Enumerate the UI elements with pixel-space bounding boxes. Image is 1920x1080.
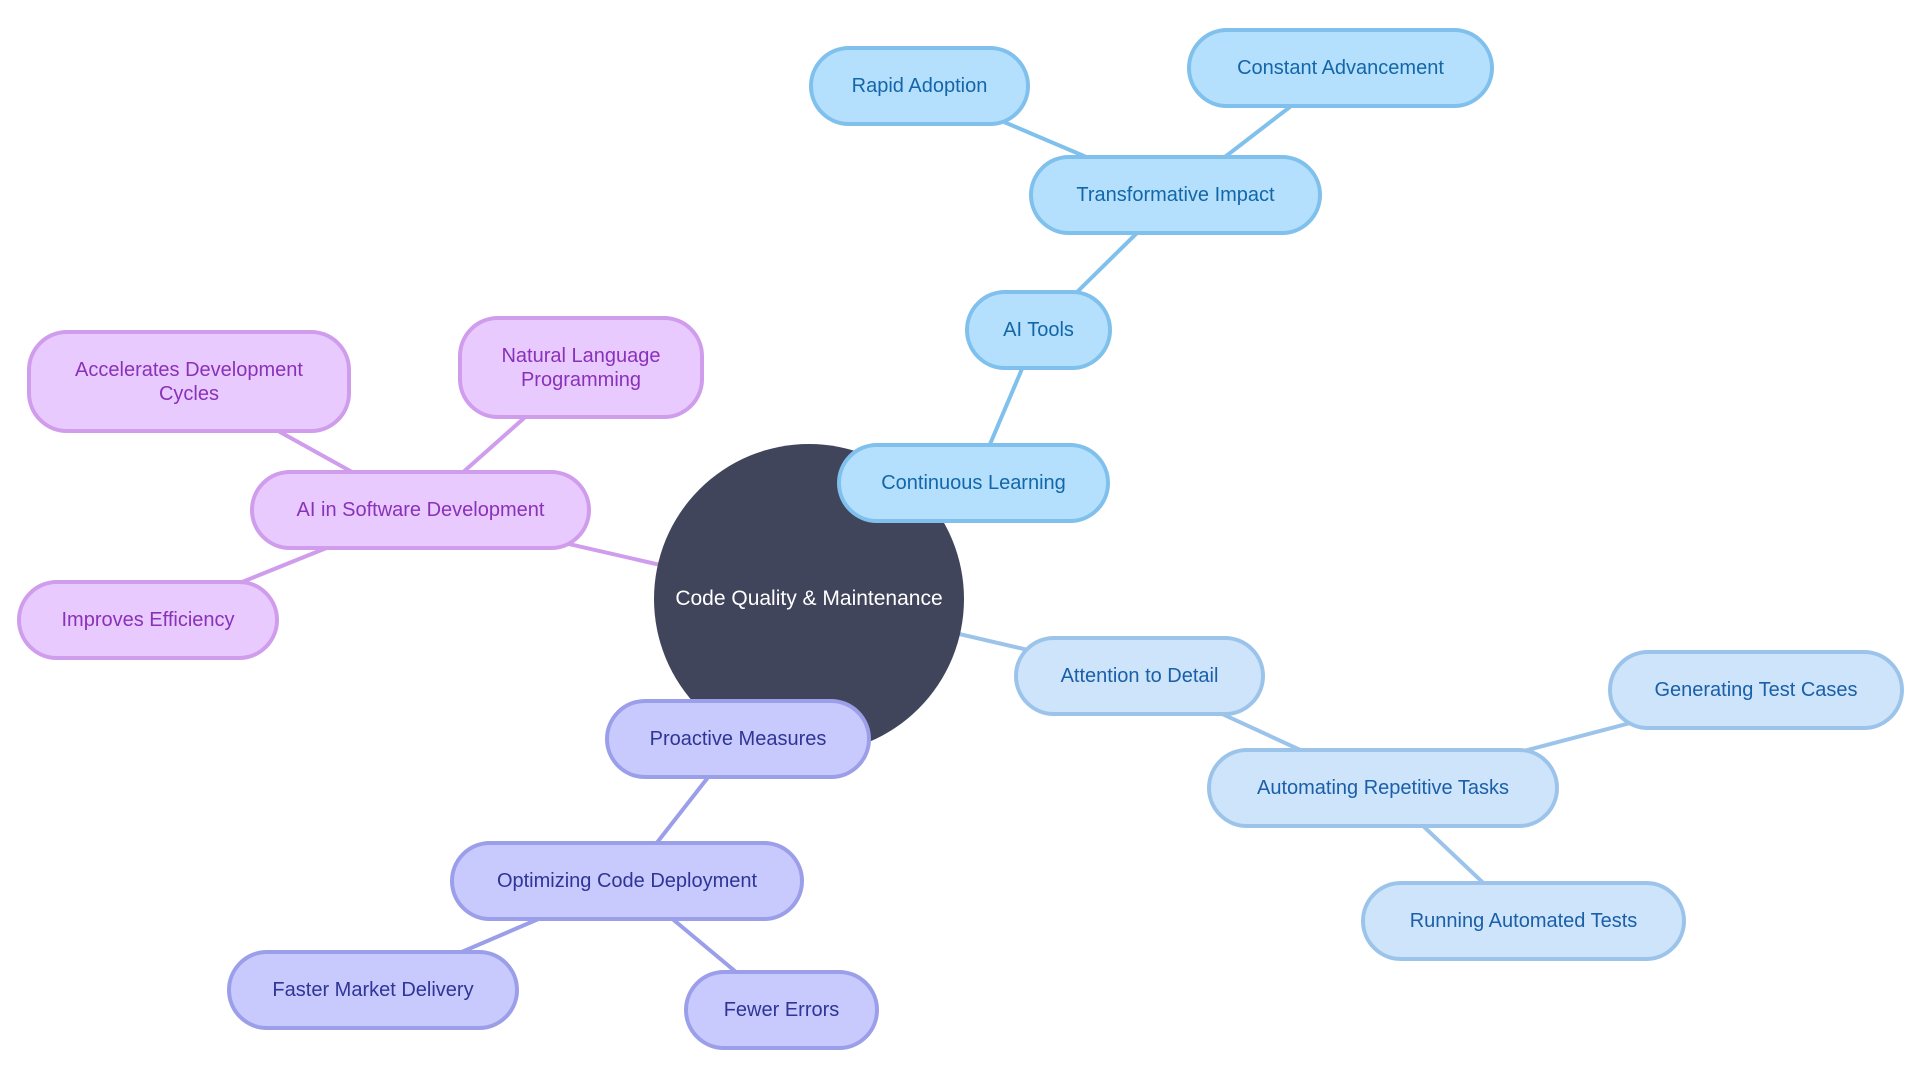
- node-attention-to-detail[interactable]: Attention to Detail: [1014, 636, 1265, 716]
- node-faster-market-delivery[interactable]: Faster Market Delivery: [227, 950, 519, 1030]
- node-label: Rapid Adoption: [851, 75, 988, 97]
- node-label: Accelerates Development Cycles: [75, 358, 303, 405]
- node-label: Optimizing Code Deployment: [496, 870, 758, 892]
- node-label: Constant Advancement: [1237, 57, 1444, 79]
- mindmap-canvas: Code Quality & Maintenance AI in Softwar…: [0, 0, 1920, 1080]
- root-node-label: Code Quality & Maintenance: [675, 587, 943, 610]
- node-label: Faster Market Delivery: [272, 979, 474, 1001]
- node-label: Transformative Impact: [1076, 184, 1275, 206]
- node-constant-advancement[interactable]: Constant Advancement: [1187, 28, 1494, 108]
- node-label: AI Tools: [1003, 319, 1074, 341]
- node-automating-repetitive-tasks[interactable]: Automating Repetitive Tasks: [1207, 748, 1559, 828]
- node-improves-efficiency[interactable]: Improves Efficiency: [17, 580, 279, 660]
- node-proactive-measures[interactable]: Proactive Measures: [605, 699, 871, 779]
- node-label: Proactive Measures: [649, 728, 827, 750]
- node-running-automated-tests[interactable]: Running Automated Tests: [1361, 881, 1686, 961]
- node-ai-tools[interactable]: AI Tools: [965, 290, 1112, 370]
- node-natural-language-programming[interactable]: Natural Language Programming: [458, 316, 704, 419]
- node-label: Natural Language Programming: [501, 344, 661, 391]
- node-rapid-adoption[interactable]: Rapid Adoption: [809, 46, 1030, 126]
- node-label: Automating Repetitive Tasks: [1257, 777, 1509, 799]
- node-label: Continuous Learning: [881, 472, 1066, 494]
- node-transformative-impact[interactable]: Transformative Impact: [1029, 155, 1322, 235]
- node-ai-in-software-development[interactable]: AI in Software Development: [250, 470, 591, 550]
- node-accelerates-development-cycles[interactable]: Accelerates Development Cycles: [27, 330, 351, 433]
- node-label: Fewer Errors: [723, 999, 840, 1021]
- node-continuous-learning[interactable]: Continuous Learning: [837, 443, 1110, 523]
- node-label: Attention to Detail: [1060, 665, 1219, 687]
- node-label: Generating Test Cases: [1654, 679, 1858, 701]
- node-fewer-errors[interactable]: Fewer Errors: [684, 970, 879, 1050]
- node-label: AI in Software Development: [296, 499, 545, 521]
- node-label: Running Automated Tests: [1409, 910, 1638, 932]
- node-optimizing-code-deployment[interactable]: Optimizing Code Deployment: [450, 841, 804, 921]
- node-generating-test-cases[interactable]: Generating Test Cases: [1608, 650, 1904, 730]
- node-label: Improves Efficiency: [61, 609, 235, 631]
